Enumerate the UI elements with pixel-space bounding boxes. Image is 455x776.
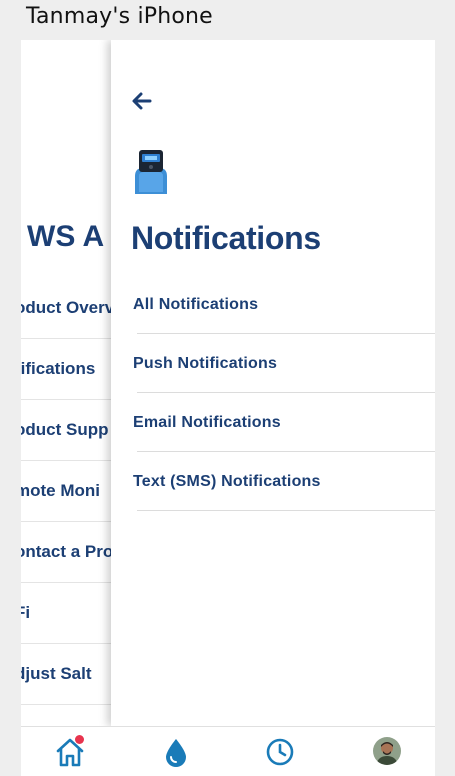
menu-item-label: All Notifications [133,295,259,313]
background-menu-item-label: tifications [21,359,96,378]
clock-icon [266,738,294,766]
menu-item-label: Push Notifications [133,354,278,372]
menu-item-all-notifications[interactable]: All Notifications [111,275,435,334]
background-menu-item-label: mote Moni [21,481,100,500]
menu-item-text-sms-notifications[interactable]: Text (SMS) Notifications [111,452,435,511]
background-menu-item-label: Fi [21,603,31,622]
background-menu-item-label: ontact a Pro [21,542,114,561]
menu-item-label: Email Notifications [133,413,281,431]
avatar[interactable] [373,737,401,765]
bottom-tab-bar [21,726,435,776]
arrow-left-icon [132,92,152,110]
water-drop-icon [166,739,186,767]
tab-history[interactable] [263,735,297,769]
background-menu-item-label: oduct Overv [21,298,115,317]
tab-water[interactable] [159,735,193,769]
back-button[interactable] [129,88,155,114]
menu-item-label: Text (SMS) Notifications [133,472,321,490]
window-title: Tanmay's iPhone [26,4,213,29]
divider [137,510,435,511]
phone-screen: WS A oduct Overv tifications oduct Supp … [21,40,435,776]
tab-home[interactable] [53,735,87,769]
background-menu-heading: WS A [27,220,105,253]
background-menu-item-label: oduct Supp [21,420,109,439]
background-menu-item-label: djust Salt [21,664,92,683]
water-softener-device-icon [129,146,173,196]
page-title: Notifications [131,220,321,256]
menu-item-email-notifications[interactable]: Email Notifications [111,393,435,452]
notifications-drawer: Notifications All Notifications Push Not… [111,40,435,726]
menu-item-push-notifications[interactable]: Push Notifications [111,334,435,393]
notification-badge [75,735,84,744]
